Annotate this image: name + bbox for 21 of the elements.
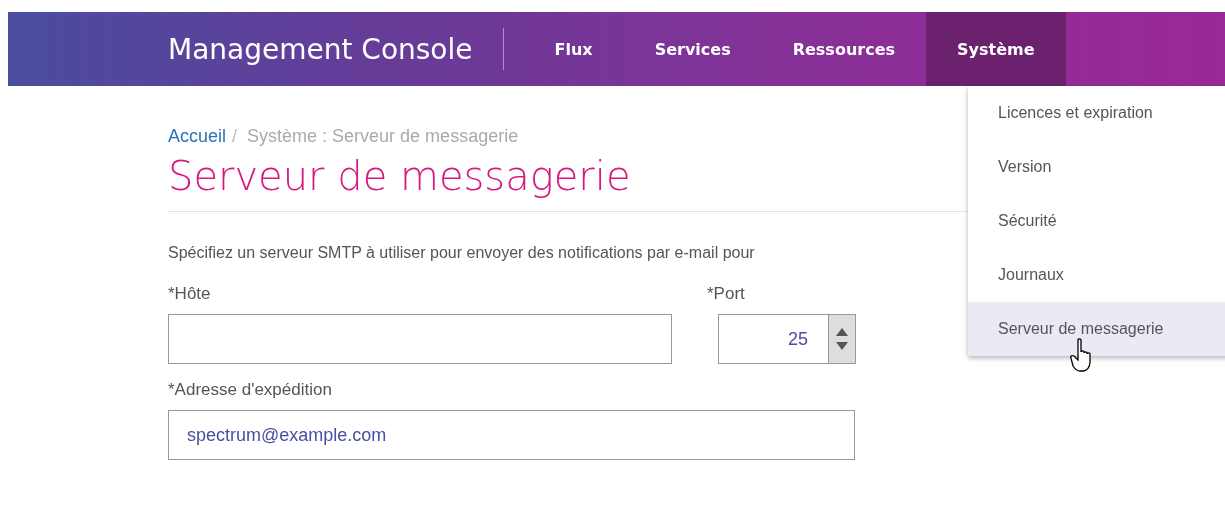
menu-item[interactable]: Licences et expiration bbox=[968, 86, 1225, 140]
nav-item[interactable]: Flux bbox=[523, 12, 624, 86]
field-label: *Port bbox=[707, 284, 746, 304]
field-label: *Adresse d'expédition bbox=[168, 380, 333, 400]
nav-item[interactable]: Services bbox=[623, 12, 762, 86]
spin-up-icon[interactable] bbox=[836, 328, 848, 336]
breadcrumb-link[interactable]: Accueil bbox=[168, 126, 227, 147]
page-title: Serveur de messagerie bbox=[168, 153, 968, 212]
breadcrumb-separator: / bbox=[232, 126, 238, 147]
port-field[interactable]: 25 bbox=[718, 314, 828, 364]
breadcrumb-current: Système : Serveur de messagerie bbox=[247, 126, 519, 147]
host-field[interactable] bbox=[168, 314, 672, 364]
nav-item[interactable]: Système bbox=[926, 12, 1066, 86]
menu-item[interactable]: Serveur de messagerie bbox=[968, 302, 1225, 356]
brand-title: Management Console bbox=[168, 28, 504, 70]
field-label: *Hôte bbox=[168, 284, 212, 304]
description: Spécifiez un serveur SMTP à utiliser pour envoyer des notifications par e-mail pour bbox=[168, 244, 756, 262]
nav-item[interactable]: Ressources bbox=[761, 12, 927, 86]
sender-field[interactable]: spectrum@example.com bbox=[168, 410, 855, 460]
spin-down-icon[interactable] bbox=[836, 342, 848, 350]
spin-buttons[interactable] bbox=[828, 314, 856, 364]
